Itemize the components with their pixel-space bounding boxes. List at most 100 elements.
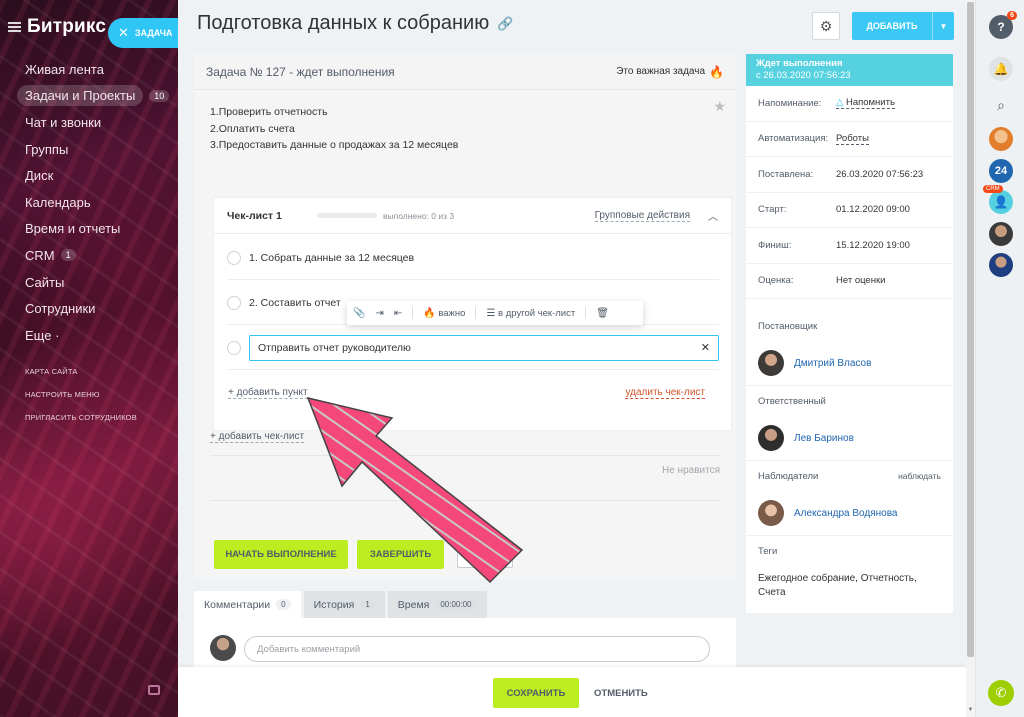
mark-important-label: важно [438,307,466,319]
scrollbar[interactable]: ▼ [966,0,975,717]
add-item-label: + добавить пункт [228,387,308,399]
checkbox[interactable] [227,295,241,310]
delete-checklist-link[interactable]: удалить чек-лист [625,387,705,399]
sidebar-item-chat[interactable]: Чат и звонки [16,109,178,136]
observer-person[interactable]: Александра Водянова [746,491,953,536]
create-task-button[interactable]: ✕ ЗАДАЧА [108,18,178,48]
tab-history[interactable]: История 1 [303,591,385,618]
indent-icon[interactable]: ⇥ [375,308,383,319]
help-icon[interactable]: ? 6 [989,11,1017,39]
cancel-button[interactable]: ОТМЕНИТЬ [594,678,648,708]
task-body: 1.Проверить отчетность 2.Оплатить счета … [194,90,736,579]
mark-important-button[interactable]: 🔥 важно [423,308,465,319]
task-heading: Задача № 127 - ждет выполнения [206,64,395,79]
sidebar-item-time[interactable]: Время и отчеты [16,216,178,243]
tab-comments[interactable]: Комментарии 0 [194,591,301,618]
sidebar-item-feed[interactable]: Живая лента [16,56,178,83]
outdent-icon[interactable]: ⇤ [394,308,402,319]
robots-link[interactable]: Роботы [836,133,869,145]
crm-contact-icon[interactable]: 👤 CRM [983,185,1013,214]
chevron-down-icon[interactable]: ▼ [932,12,954,40]
responsible-person[interactable]: Лев Баринов [746,416,953,461]
checkbox[interactable] [227,340,241,355]
chevron-up-icon[interactable]: ︿ [708,208,718,223]
divider [412,307,414,319]
created-value: 26.03.2020 07:56:23 [836,168,924,180]
tags-value[interactable]: Ежегодное собрание, Отчетность, Счета [746,566,953,605]
description-line: 2.Оплатить счета [210,122,295,135]
sidebar-item-crm[interactable]: CRM 1 [16,242,178,269]
move-to-checklist-button[interactable]: ☰ в другой чек-лист [486,308,575,319]
menu-icon[interactable] [8,22,21,32]
printer-icon[interactable] [148,685,160,695]
add-button[interactable]: ДОБАВИТЬ ▼ [852,12,954,40]
checklist-item-editing[interactable]: Отправить отчет руководителю ✕ [227,326,719,370]
search-icon[interactable]: ⌕ [989,93,1013,117]
gear-icon: ⚙ [819,17,833,34]
tab-badge: 00:00:00 [435,599,477,610]
sidebar-item-calendar[interactable]: Календарь [16,189,178,216]
save-button[interactable]: СОХРАНИТЬ [493,678,579,708]
scroll-down-icon[interactable]: ▼ [966,707,975,717]
avatar [758,425,784,451]
comment-input[interactable]: Добавить комментарий [244,636,710,662]
row-label: Финиш: [758,239,792,251]
sitemap-link[interactable]: КАРТА САЙТА [25,360,137,383]
rating-value[interactable]: Нет оценки [836,275,885,286]
sidebar-item-disk[interactable]: Диск [16,162,178,189]
more-button[interactable]: ЕЩЕ ▾ [457,541,513,568]
avatar [758,500,784,526]
configure-menu-link[interactable]: НАСТРОИТЬ МЕНЮ [25,383,137,406]
dislike-link[interactable]: Не нравится [662,465,720,476]
checklist-item-text: 2. Составить отчет [249,296,341,309]
row-label: Старт: [758,204,787,216]
sidebar-item-more[interactable]: Еще · [16,322,178,349]
person-name[interactable]: Александра Водянова [794,508,897,519]
person-name[interactable]: Лев Баринов [794,433,854,444]
task-info-panel: Ждет выполнения с 26.03.2020 07:56:23 На… [746,54,953,613]
section-label: Постановщик [758,320,818,332]
person-name[interactable]: Дмитрий Власов [794,358,871,369]
reminder-link[interactable]: △ Напомнить [836,97,895,110]
important-toggle[interactable]: Это важная задача 🔥 [616,65,724,79]
add-checklist-link[interactable]: + добавить чек-лист [210,431,305,443]
sidebar-item-sites[interactable]: Сайты [16,269,178,296]
divider [210,500,720,501]
clear-icon[interactable]: ✕ [701,341,710,354]
star-icon[interactable]: ★ [713,98,726,115]
observe-link[interactable]: наблюдать [898,471,941,481]
phone-icon[interactable]: ✆ [988,680,1014,706]
group-actions-link[interactable]: Групповые действия [594,210,690,222]
row-label: Напоминание: [758,97,822,109]
created-row: Поставлена: 26.03.2020 07:56:23 [746,157,953,193]
sidebar-item-groups[interactable]: Группы [16,136,178,163]
finish-task-button[interactable]: ЗАВЕРШИТЬ [357,540,444,569]
sidebar-item-label: Еще · [25,327,60,343]
bell-icon[interactable]: 🔔 [989,57,1013,81]
checklist-item[interactable]: 1. Собрать данные за 12 месяцев [227,236,719,280]
avatar[interactable] [989,222,1013,246]
creator-person[interactable]: Дмитрий Власов [746,341,953,386]
invite-link[interactable]: ПРИГЛАСИТЬ СОТРУДНИКОВ [25,406,137,429]
attach-icon[interactable]: 📎 [353,308,365,319]
link-icon[interactable]: 🔗 [497,16,513,32]
add-item-link[interactable]: + добавить пункт [228,387,308,399]
avatar[interactable] [989,253,1013,277]
scrollbar-thumb[interactable] [967,2,974,657]
checklist-item-input[interactable]: Отправить отчет руководителю ✕ [249,334,719,361]
counter-badge: 1 [60,249,76,262]
checklist-item-toolbar: 📎 ⇥ ⇤ 🔥 важно ☰ в другой чек-лист 🗑 [347,301,643,325]
tab-time[interactable]: Время 00:00:00 [387,591,487,618]
settings-button[interactable]: ⚙ [812,12,840,40]
logo[interactable]: Битрикс [27,16,106,38]
sidebar-item-employees[interactable]: Сотрудники [16,295,178,322]
trash-icon[interactable]: 🗑 [596,308,609,319]
start-task-button[interactable]: НАЧАТЬ ВЫПОЛНЕНИЕ [214,540,348,569]
row-label: Оценка: [758,275,794,287]
sidebar-item-tasks[interactable]: Задачи и Проекты 10 [16,83,178,110]
checkbox[interactable] [227,250,241,265]
start-value[interactable]: 01.12.2020 09:00 [836,204,910,215]
bitrix24-icon[interactable]: 24 [989,159,1013,183]
avatar[interactable] [989,127,1013,151]
finish-value[interactable]: 15.12.2020 19:00 [836,240,910,251]
